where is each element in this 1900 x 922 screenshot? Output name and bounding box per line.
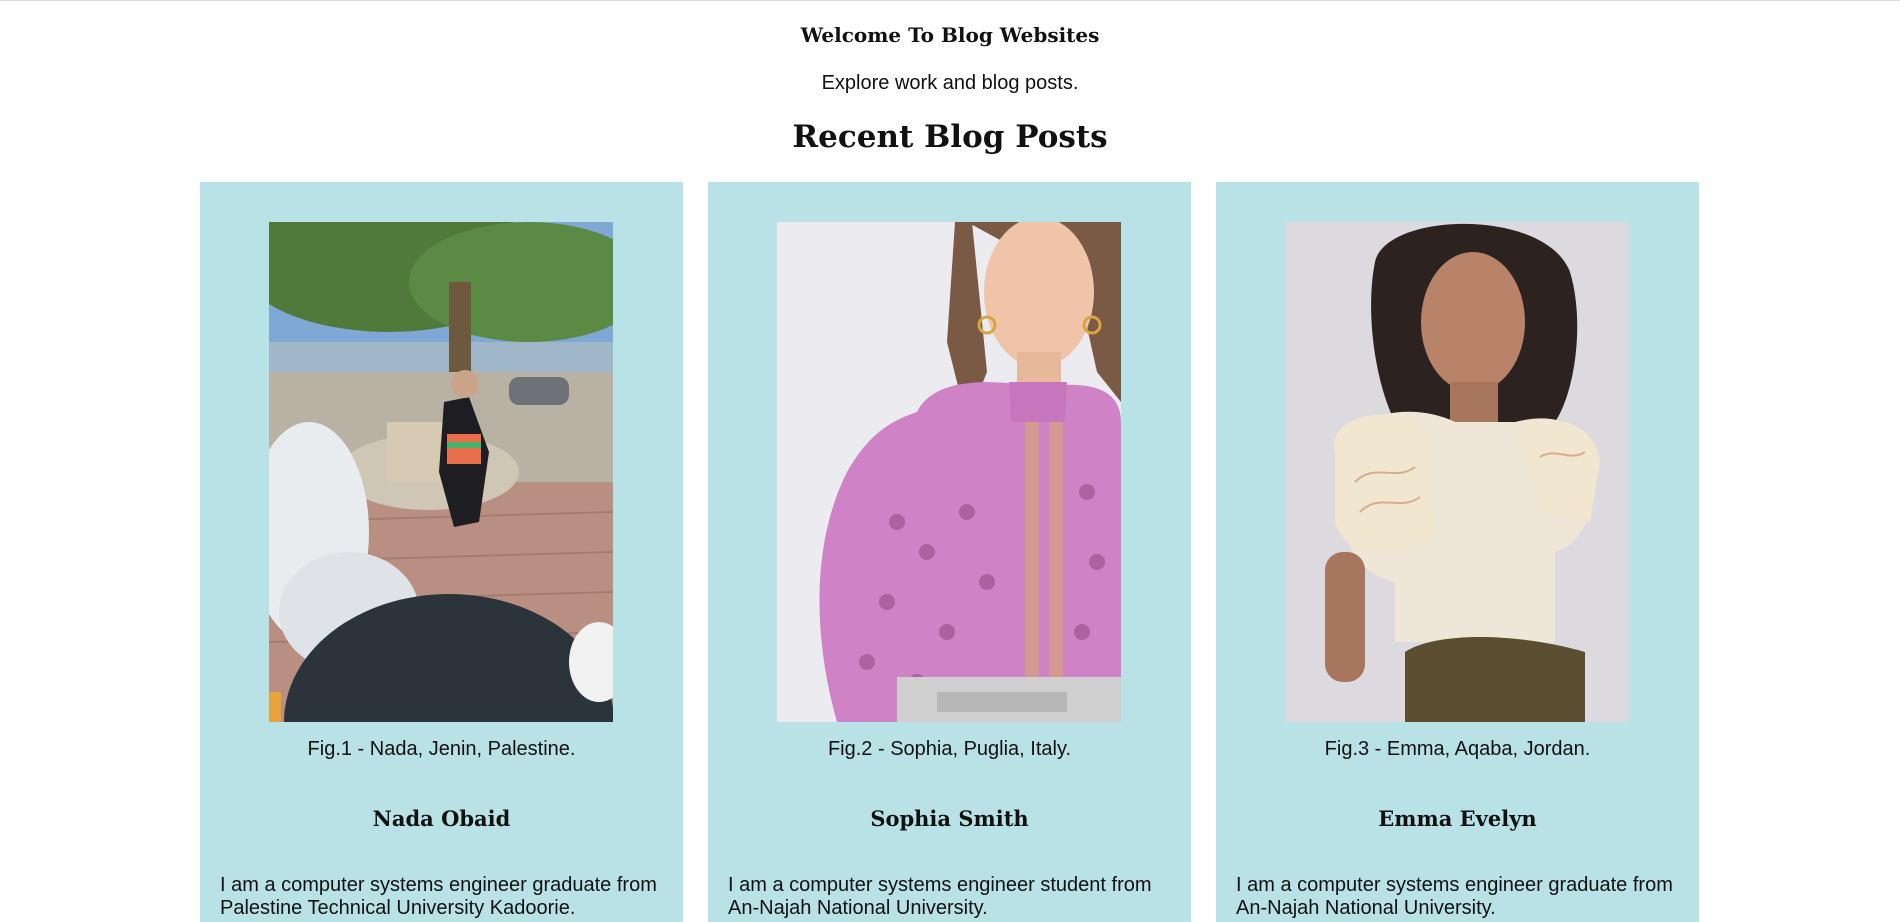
post-bio: I am a computer systems engineer student…: [728, 874, 1152, 919]
post-bio: I am a computer systems engineer graduat…: [1236, 874, 1673, 919]
post-author: Nada Obaid: [372, 806, 511, 831]
top-divider: [0, 0, 1900, 1]
site-tagline: Explore work and blog posts.: [821, 72, 1079, 94]
post-caption: Fig.2 - Sophia, Puglia, Italy.: [827, 738, 1072, 760]
blog-post-card: Fig.3 - Emma, Aqaba, Jordan. Emma Evelyn…: [1216, 182, 1699, 922]
post-author: Sophia Smith: [870, 806, 1029, 831]
portrait-photo-image: [1285, 222, 1629, 722]
post-bio: I am a computer systems engineer graduat…: [220, 874, 657, 919]
post-caption: Fig.1 - Nada, Jenin, Palestine.: [307, 738, 576, 760]
blog-post-card: Fig.2 - Sophia, Puglia, Italy. Sophia Sm…: [708, 182, 1191, 922]
post-author: Emma Evelyn: [1378, 806, 1537, 831]
site-title: Welcome To Blog Websites: [800, 23, 1100, 47]
recent-posts-heading: Recent Blog Posts: [792, 119, 1108, 155]
blog-post-card: Fig.1 - Nada, Jenin, Palestine. Nada Oba…: [200, 182, 683, 922]
post-photo: [269, 222, 613, 722]
graduate-photo-image: [269, 222, 613, 722]
post-photo: [1285, 222, 1629, 722]
post-caption: Fig.3 - Emma, Aqaba, Jordan.: [1324, 738, 1591, 760]
post-photo: [777, 222, 1121, 722]
portrait-photo-image: [777, 222, 1121, 722]
